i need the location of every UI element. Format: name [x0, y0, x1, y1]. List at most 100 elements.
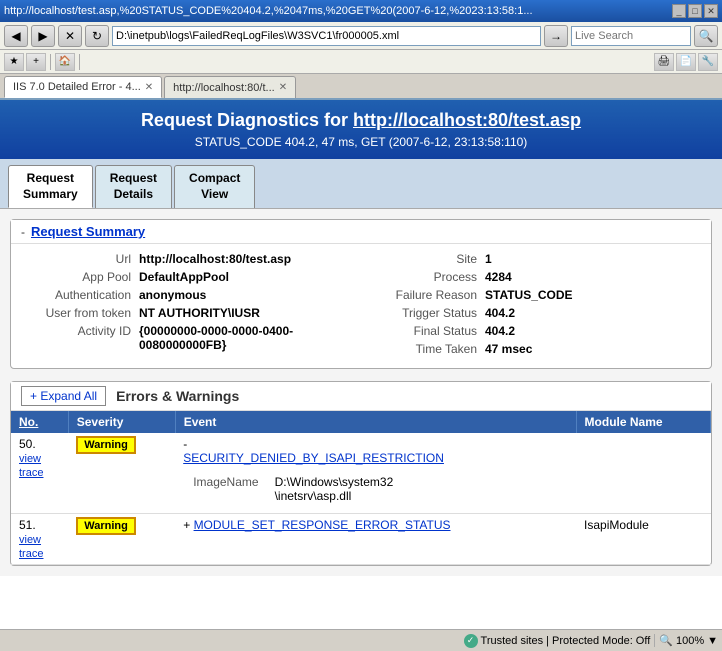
- col-no: No.: [11, 411, 68, 433]
- table-row: 51. viewtrace Warning + MODULE_SET_RESPO…: [11, 514, 711, 565]
- auth-label: Authentication: [19, 288, 139, 302]
- row50-view-trace[interactable]: viewtrace: [19, 453, 43, 479]
- col-no-link[interactable]: No.: [19, 415, 38, 429]
- maximize-button[interactable]: □: [688, 4, 702, 18]
- stop-button[interactable]: ✕: [58, 25, 82, 47]
- summary-right: Site 1 Process 4284 Failure Reason STATU…: [365, 252, 703, 360]
- request-summary-link[interactable]: Request Summary: [31, 224, 145, 239]
- failure-value: STATUS_CODE: [485, 288, 573, 302]
- user-label: User from token: [19, 306, 139, 320]
- summary-row-apppool: App Pool DefaultAppPool: [19, 270, 357, 284]
- iis-navigation-tabs: RequestSummary RequestDetails CompactVie…: [0, 159, 722, 209]
- summary-left: Url http://localhost:80/test.asp App Poo…: [19, 252, 357, 360]
- apppool-label: App Pool: [19, 270, 139, 284]
- zoom-icon: 🔍: [659, 634, 673, 647]
- error-table-header: No. Severity Event Module Name: [11, 411, 711, 433]
- tab-request-details[interactable]: RequestDetails: [95, 165, 172, 208]
- expand-all-button[interactable]: + Expand All: [21, 386, 106, 406]
- trigger-value: 404.2: [485, 306, 515, 320]
- summary-row-failure: Failure Reason STATUS_CODE: [365, 288, 703, 302]
- trigger-label: Trigger Status: [365, 306, 485, 320]
- activity-label: Activity ID: [19, 324, 139, 352]
- summary-row-trigger: Trigger Status 404.2: [365, 306, 703, 320]
- page-content: Request Diagnostics for http://localhost…: [0, 100, 722, 629]
- activity-value: {00000000-0000-0000-0400-0080000000FB}: [139, 324, 357, 352]
- zoom-text: 100%: [676, 635, 704, 647]
- url-label: Url: [19, 252, 139, 266]
- row50-detail-label: ImageName: [185, 471, 264, 507]
- header-url-link[interactable]: http://localhost:80/test.asp: [353, 110, 581, 130]
- row51-event-link[interactable]: MODULE_SET_RESPONSE_ERROR_STATUS: [194, 518, 451, 532]
- browser-toolbar: ◀ ▶ ✕ ↻ → 🔍: [0, 22, 722, 50]
- row51-module: IsapiModule: [576, 514, 710, 565]
- summary-box-header: - Request Summary: [11, 220, 711, 244]
- final-label: Final Status: [365, 324, 485, 338]
- row50-warning-badge: Warning: [76, 436, 136, 454]
- tab-compact-view[interactable]: CompactView: [174, 165, 255, 208]
- tab-request-summary[interactable]: RequestSummary: [8, 165, 93, 208]
- print-icon[interactable]: 🖨: [654, 53, 674, 71]
- row50-severity: Warning: [68, 433, 175, 514]
- timetaken-value: 47 msec: [485, 342, 532, 356]
- row51-module-value: IsapiModule: [584, 518, 649, 532]
- tab-iis-error-label: IIS 7.0 Detailed Error - 4...: [13, 81, 141, 93]
- toolbar-separator2: [79, 54, 80, 70]
- zoom-dropdown-icon[interactable]: ▼: [707, 635, 718, 647]
- ie-header: Request Diagnostics for http://localhost…: [0, 100, 722, 159]
- back-button[interactable]: ◀: [4, 25, 28, 47]
- row51-num: 51.: [19, 518, 36, 532]
- collapse-icon[interactable]: -: [21, 225, 25, 239]
- row50-detail-table: ImageName D:\Windows\system32\inetsrv\as…: [183, 469, 403, 509]
- summary-row-user: User from token NT AUTHORITY\IUSR: [19, 306, 357, 320]
- status-bar: ✓ Trusted sites | Protected Mode: Off 🔍 …: [0, 629, 722, 651]
- zoom-level: 🔍 100% ▼: [654, 634, 718, 647]
- table-row: 50. viewtrace Warning - SECURITY_DENIED_…: [11, 433, 711, 514]
- tab-iis-error-close[interactable]: ✕: [145, 82, 153, 93]
- trusted-icon: ✓: [464, 634, 478, 648]
- trusted-status: ✓ Trusted sites | Protected Mode: Off: [329, 634, 650, 648]
- address-bar[interactable]: [112, 26, 541, 46]
- row50-module: [576, 433, 710, 514]
- browser-toolbar2: ★ + 🏠 🖨 📄 🔧: [0, 50, 722, 74]
- add-favorites-icon[interactable]: +: [26, 53, 46, 71]
- row51-severity: Warning: [68, 514, 175, 565]
- row50-detail-value: D:\Windows\system32\inetsrv\asp.dll: [267, 471, 402, 507]
- close-button[interactable]: ✕: [704, 4, 718, 18]
- user-value: NT AUTHORITY\IUSR: [139, 306, 260, 320]
- tab-localhost-close[interactable]: ✕: [279, 82, 287, 93]
- row50-num: 50.: [19, 437, 36, 451]
- row51-view-trace[interactable]: viewtrace: [19, 534, 43, 560]
- tab-iis-error[interactable]: IIS 7.0 Detailed Error - 4... ✕: [4, 76, 162, 98]
- final-value: 404.2: [485, 324, 515, 338]
- tools-icon[interactable]: 🔧: [698, 53, 718, 71]
- page-icon[interactable]: 📄: [676, 53, 696, 71]
- refresh-button[interactable]: ↻: [85, 25, 109, 47]
- toolbar-separator: [50, 54, 51, 70]
- summary-row-activity: Activity ID {00000000-0000-0000-0400-008…: [19, 324, 357, 352]
- search-input[interactable]: [571, 26, 691, 46]
- row50-event: - SECURITY_DENIED_BY_ISAPI_RESTRICTION I…: [175, 433, 576, 514]
- row50-sign: -: [183, 437, 187, 451]
- browser-tabs: IIS 7.0 Detailed Error - 4... ✕ http://l…: [0, 74, 722, 100]
- trusted-text: Trusted sites | Protected Mode: Off: [481, 635, 651, 647]
- favorites-icon[interactable]: ★: [4, 53, 24, 71]
- go-button[interactable]: →: [544, 25, 568, 47]
- summary-row-auth: Authentication anonymous: [19, 288, 357, 302]
- row50-event-link[interactable]: SECURITY_DENIED_BY_ISAPI_RESTRICTION: [183, 451, 444, 465]
- forward-button[interactable]: ▶: [31, 25, 55, 47]
- row51-event: + MODULE_SET_RESPONSE_ERROR_STATUS: [175, 514, 576, 565]
- home-icon[interactable]: 🏠: [55, 53, 75, 71]
- row51-sign: +: [183, 518, 190, 532]
- browser-title: http://localhost/test.asp,%20STATUS_CODE…: [4, 5, 670, 17]
- summary-row-url: Url http://localhost:80/test.asp: [19, 252, 357, 266]
- status-line: STATUS_CODE 404.2, 47 ms, GET (2007-6-12…: [10, 135, 712, 149]
- summary-row-timetaken: Time Taken 47 msec: [365, 342, 703, 356]
- col-module: Module Name: [576, 411, 710, 433]
- row51-no: 51. viewtrace: [11, 514, 68, 565]
- tab-localhost[interactable]: http://localhost:80/t... ✕: [164, 76, 296, 98]
- process-label: Process: [365, 270, 485, 284]
- apppool-value: DefaultAppPool: [139, 270, 229, 284]
- search-button[interactable]: 🔍: [694, 25, 718, 47]
- minimize-button[interactable]: _: [672, 4, 686, 18]
- site-value: 1: [485, 252, 492, 266]
